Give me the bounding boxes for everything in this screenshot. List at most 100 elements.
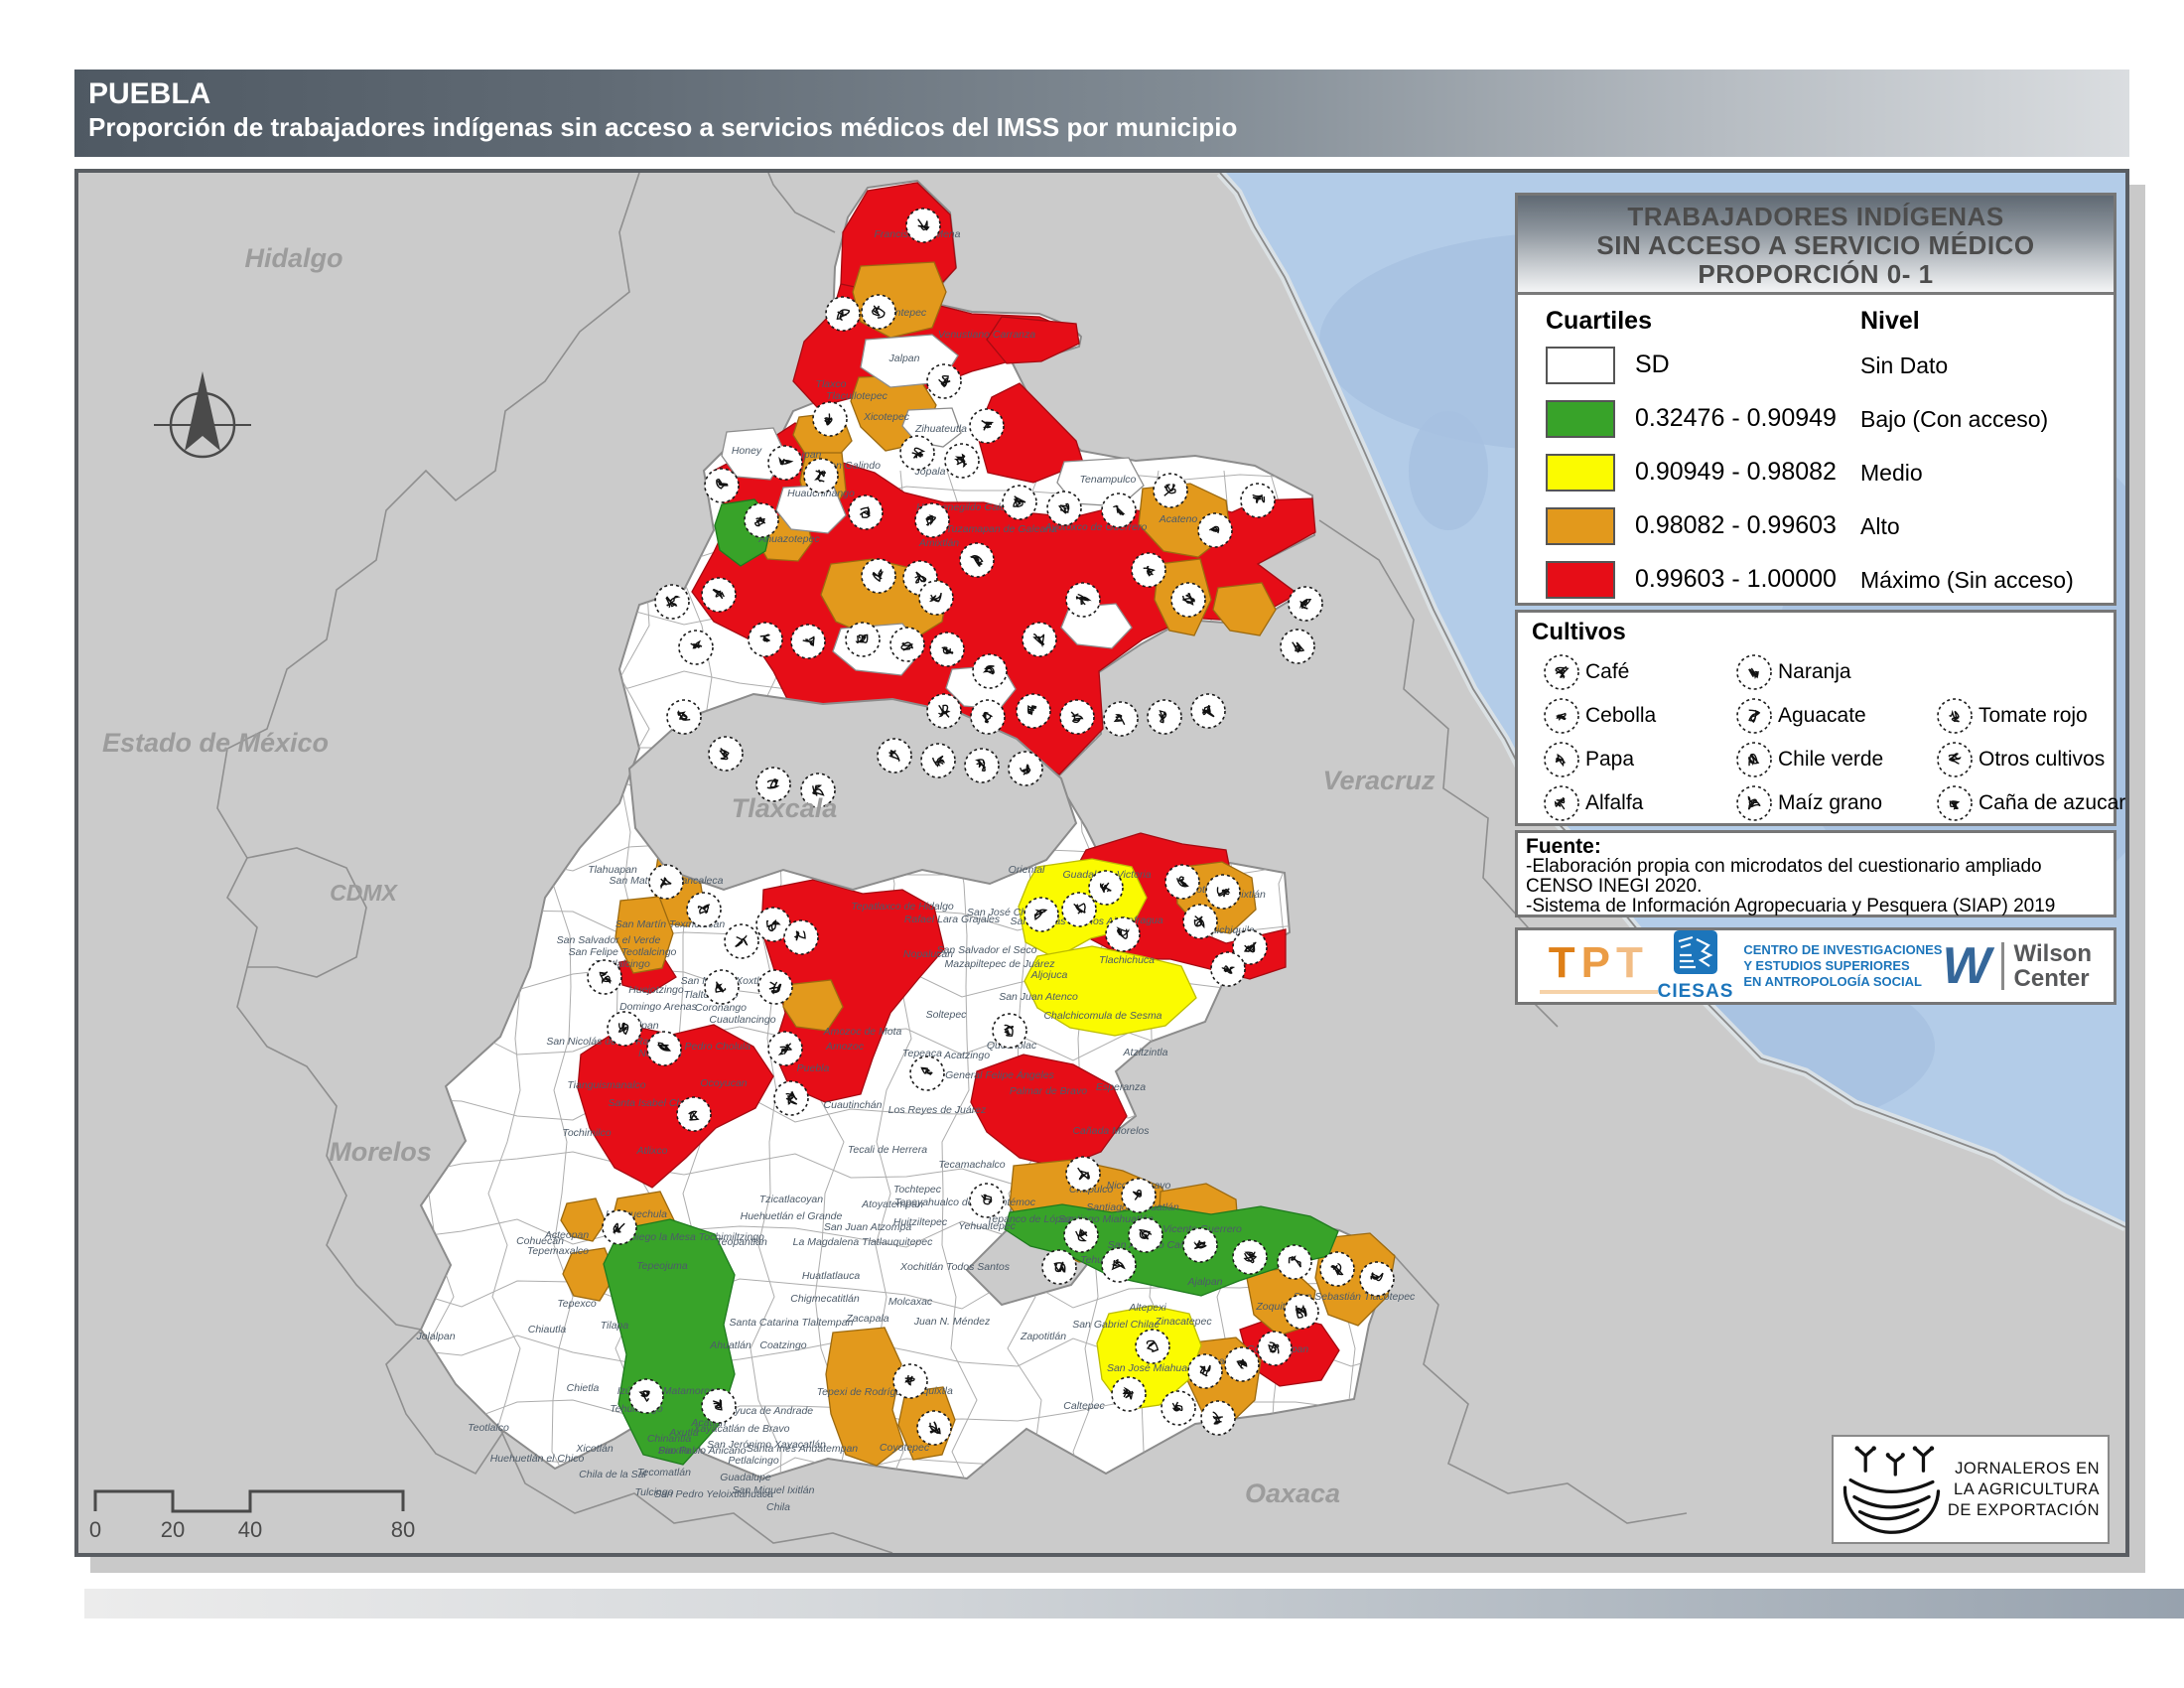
crop-icon: [1188, 1354, 1222, 1388]
municipality-label: Xayacatlán de Bravo: [693, 1423, 790, 1435]
wilson-divider: [2001, 942, 2004, 990]
crop-icon: [826, 297, 860, 331]
crop-icon: [1047, 492, 1081, 525]
municipality-label: Amozoc: [825, 1041, 865, 1053]
crop-icon: [893, 1364, 927, 1398]
crop-icon: [1545, 743, 1578, 776]
scale-bar: 0204080: [79, 1477, 496, 1557]
legend-level: Medio: [1860, 460, 1923, 487]
scale-tick: 0: [89, 1517, 101, 1542]
municipality-label: Huehuetlán el Chico: [490, 1453, 585, 1465]
jornaleros-line1: JORNALEROS EN: [1948, 1459, 2100, 1479]
crop-icon: [1060, 700, 1094, 734]
municipality-label: Tenampulco: [1080, 474, 1137, 486]
crop-icon: [1545, 699, 1578, 733]
page-title: PUEBLA: [88, 77, 2129, 111]
crop-icon: [679, 631, 713, 664]
municipality-label: Soltepec: [926, 1009, 968, 1021]
crop-icon: [1132, 553, 1165, 587]
crop-icon: [1154, 474, 1187, 507]
crop-icon: [862, 559, 895, 593]
crop-icon: [1938, 699, 1972, 733]
crop-icon: [702, 578, 736, 612]
cultivo-label: Caña de azucar: [1979, 791, 2125, 815]
legend-level: Bajo (Con acceso): [1860, 406, 2048, 433]
municipality-label: Tecamachalco: [938, 1159, 1005, 1171]
wilson-monogram-icon: W: [1942, 940, 1990, 992]
municipality-label: Xicotlán: [575, 1443, 614, 1455]
municipality-label: Tianguismanalco: [567, 1079, 645, 1091]
crop-icon: [1042, 1250, 1076, 1284]
municipality-label: Guadalupe: [720, 1472, 771, 1483]
cultivo-label: Alfalfa: [1585, 791, 1643, 815]
compass-rose: [148, 350, 257, 479]
alfalfa-icon: [1542, 783, 1581, 823]
fuente-line: -Elaboración propia con microdatos del c…: [1526, 856, 2042, 878]
municipality-label: San Felipe Teotlalcingo: [569, 946, 677, 958]
crop-icon: [1938, 786, 1972, 820]
state-label-cdmx: CDMX: [330, 880, 398, 906]
tpt-tagline-bar: [1540, 990, 1658, 994]
crop-icon: [768, 446, 802, 480]
municipality-label: San Salvador el Verde: [557, 934, 661, 946]
fuente-line: CENSO INEGI 2020.: [1526, 876, 1702, 898]
ciesas-line3: EN ANTROPOLOGÍA SOCIAL: [1743, 974, 1942, 990]
ma-z-grano-icon: [1734, 783, 1774, 823]
scale-ticks: 0204080: [89, 1517, 415, 1542]
municipality-label: Tilapa: [601, 1320, 629, 1332]
legend-swatch-sd: [1546, 347, 1615, 384]
caf--icon: [1542, 652, 1581, 692]
crop-icon: [649, 865, 683, 899]
cultivo-item-naranja: Naranja: [1734, 652, 1774, 696]
crop-icon: [791, 625, 825, 658]
municipality-label: Atzitzintla: [1123, 1047, 1168, 1058]
municipality-label: Tepemaxalco: [527, 1245, 589, 1257]
crop-icon: [725, 924, 758, 958]
crop-icon: [1183, 905, 1217, 938]
state-label-oaxaca: Oaxaca: [1245, 1478, 1340, 1508]
municipality-label: Acateno: [1159, 513, 1198, 525]
cultivo-label: Papa: [1585, 748, 1634, 772]
crop-icon: [758, 970, 792, 1004]
ciesas-acronym: CIESAS: [1658, 981, 1734, 1003]
crop-icon: [804, 459, 838, 492]
crop-icon: [1285, 1295, 1318, 1329]
municipality-label: Domingo Arenas: [619, 1001, 698, 1013]
papa-icon: [1542, 740, 1581, 779]
municipality-label: San Gabriel Chilac: [1072, 1319, 1160, 1331]
crop-icon: [878, 739, 911, 773]
municipality-label: Puebla: [797, 1062, 830, 1074]
cultivo-item-alfalfa: Alfalfa: [1542, 783, 1581, 827]
crop-icon: [1106, 917, 1140, 951]
legend-col-level: Nivel: [1860, 307, 1920, 336]
crop-icon: [1737, 743, 1771, 776]
crop-icon: [921, 744, 955, 777]
municipality-label: San Juan Atzompa: [824, 1221, 911, 1233]
scale-tick: 20: [161, 1517, 185, 1542]
crop-icon: [846, 623, 880, 656]
municipality-label: Chila: [766, 1501, 790, 1513]
crop-icon: [890, 628, 924, 661]
crop-icon: [1281, 630, 1314, 663]
crop-icon: [960, 543, 994, 577]
municipality-label: Tepatlaxco de Hidalgo: [851, 901, 954, 913]
title-bar: PUEBLA Proporción de trabajadores indíge…: [74, 70, 2129, 157]
crop-icon: [1129, 1218, 1162, 1252]
cultivo-item-chile-verde: Chile verde: [1734, 740, 1774, 783]
crop-icon: [768, 1032, 802, 1065]
cultivo-item-caf-: Café: [1542, 652, 1581, 696]
ciesas-line1: CENTRO DE INVESTIGACIONES: [1743, 942, 1942, 958]
crop-icon: [1225, 1347, 1259, 1381]
crop-icon: [1201, 1401, 1235, 1435]
municipality-label: Cañada Morelos: [1072, 1125, 1150, 1137]
crop-icon: [705, 970, 739, 1004]
municipality-label: Atoyatempan: [861, 1198, 923, 1210]
municipality-label: Coyotepec: [880, 1442, 930, 1454]
crop-icon: [1102, 493, 1136, 527]
municipality-label: Xochitlán Todos Santos: [899, 1261, 1011, 1273]
legend-title: TRABAJADORES INDÍGENAS SIN ACCESO A SERV…: [1518, 196, 2114, 295]
jornaleros-line2: LA AGRICULTURA: [1948, 1479, 2100, 1500]
cultivo-item-ca-a-de-azucar: Caña de azucar: [1935, 783, 1975, 827]
bottom-gradient-strip: [84, 1589, 2184, 1618]
crop-icon: [1148, 700, 1181, 734]
